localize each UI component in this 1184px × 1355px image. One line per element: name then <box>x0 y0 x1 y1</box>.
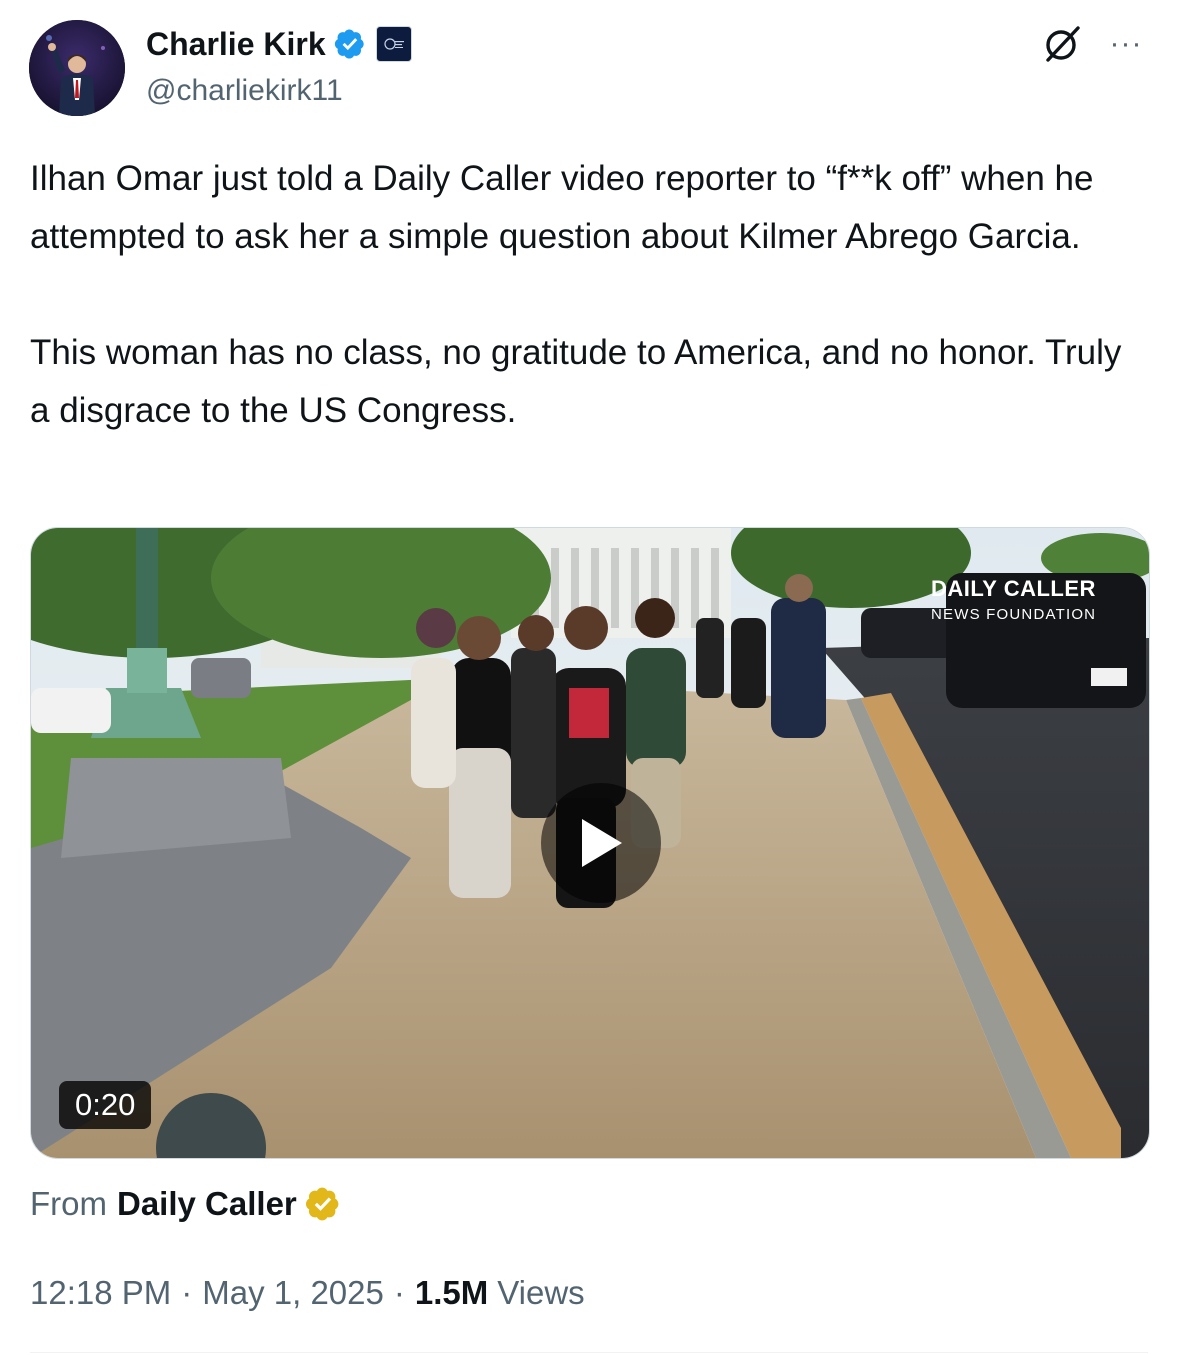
tweet-text: Ilhan Omar just told a Daily Caller vide… <box>30 159 1122 430</box>
views-label[interactable]: Views <box>497 1274 584 1312</box>
affiliation-badge-icon[interactable] <box>375 26 412 62</box>
more-icon: ··· <box>1109 27 1143 60</box>
author-handle[interactable]: @charliekirk11 <box>146 74 343 108</box>
media-source: From Daily Caller <box>30 1184 341 1224</box>
source-name[interactable]: Daily Caller <box>117 1185 297 1223</box>
tweet-meta: 12:18 PM · May 1, 2025 · 1.5M Views <box>30 1274 585 1312</box>
avatar-image <box>29 20 125 116</box>
watermark-subtitle: NEWS FOUNDATION <box>931 606 1097 623</box>
tweet-date[interactable]: May 1, 2025 <box>202 1274 384 1312</box>
views-count[interactable]: 1.5M <box>415 1274 488 1312</box>
play-icon <box>582 819 622 867</box>
affiliation-logo <box>384 38 404 50</box>
author-name[interactable]: Charlie Kirk <box>146 26 326 63</box>
watermark-title: DAILY CALLER <box>931 576 1096 601</box>
play-button[interactable] <box>541 783 661 903</box>
video-player[interactable]: DAILY CALLER NEWS FOUNDATION 0:20 <box>30 527 1150 1159</box>
video-duration: 0:20 <box>59 1081 152 1129</box>
more-options-button[interactable]: ··· <box>1104 22 1148 66</box>
meta-separator: · <box>181 1274 193 1311</box>
author-name-row: Charlie Kirk <box>146 22 412 66</box>
verified-badge-icon[interactable] <box>334 28 366 60</box>
meta-separator: · <box>393 1274 405 1311</box>
tweet-time[interactable]: 12:18 PM <box>30 1274 171 1312</box>
video-watermark: DAILY CALLER NEWS FOUNDATION <box>931 576 1096 623</box>
from-label: From <box>30 1185 107 1222</box>
grok-icon[interactable] <box>1040 22 1084 66</box>
divider <box>30 1352 1148 1353</box>
author-avatar[interactable] <box>29 20 125 116</box>
gold-verified-badge-icon[interactable] <box>305 1186 341 1222</box>
